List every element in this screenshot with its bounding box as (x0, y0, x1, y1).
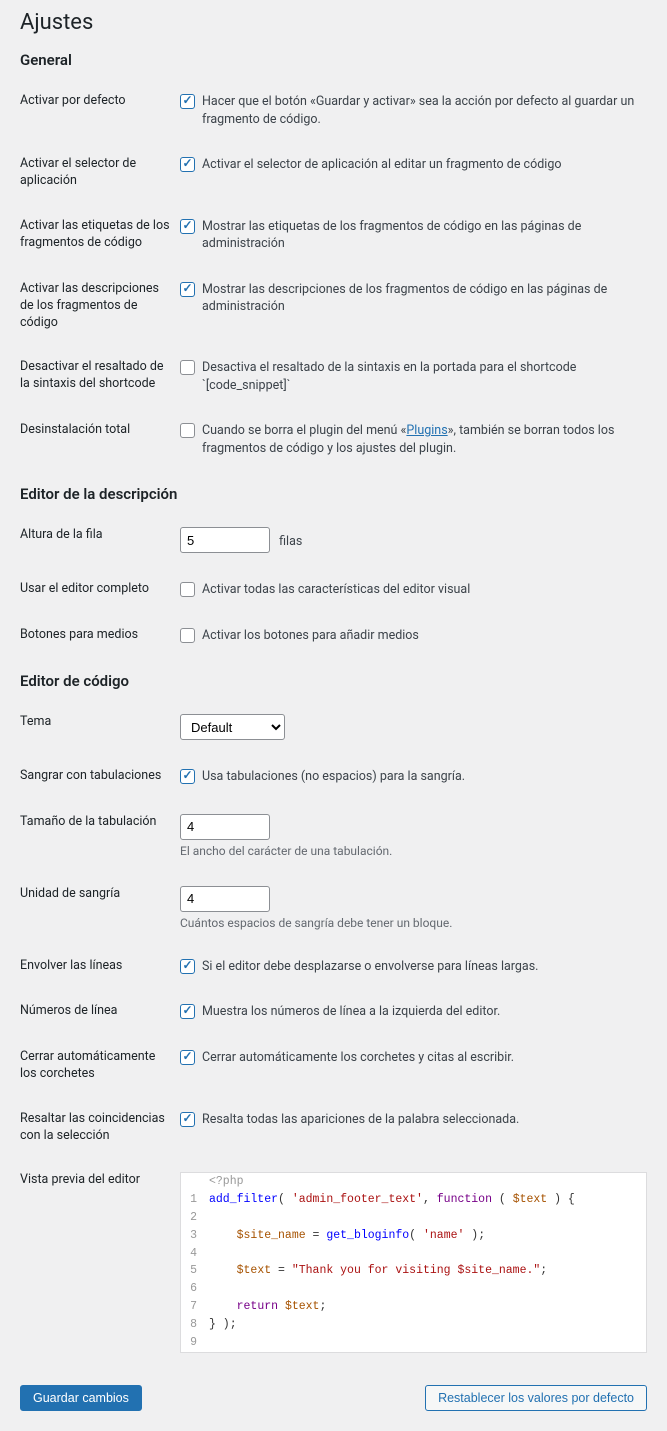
save-button[interactable]: Guardar cambios (20, 1385, 142, 1411)
label-snippet-tags: Activar las etiquetas de los fragmentos … (20, 204, 180, 267)
code-line-4 (205, 1245, 209, 1263)
desc-highlight-sel: Resalta todas las apariciones de la pala… (202, 1111, 519, 1129)
desc-complete-uninstall: Cuando se borra el plugin del menú «Plug… (202, 422, 647, 457)
label-disable-syntax: Desactivar el resaltado de la sintaxis d… (20, 345, 180, 408)
gutter-1: 1 (181, 1191, 205, 1209)
label-activate-default: Activar por defecto (20, 79, 180, 142)
label-line-wrap: Envolver las líneas (20, 944, 180, 990)
desc-line-wrap: Si el editor debe desplazarse o envolver… (202, 958, 538, 976)
suffix-row-height: filas (279, 534, 302, 549)
code-phptag: <?php (205, 1173, 244, 1191)
desc-full-editor: Activar todas las características del ed… (202, 581, 470, 599)
checkbox-highlight-sel[interactable] (180, 1112, 195, 1127)
label-highlight-sel: Resaltar las coincidencias con la selecc… (20, 1097, 180, 1159)
label-media-buttons: Botones para medios (20, 613, 180, 659)
label-snippet-desc: Activar las descripciones de los fragmen… (20, 267, 180, 346)
page-title: Ajustes (20, 10, 647, 35)
input-indent-unit[interactable] (180, 886, 270, 912)
section-general-heading: General (20, 51, 647, 69)
row-media-buttons[interactable]: Activar los botones para añadir medios (180, 627, 647, 645)
row-indent-tabs[interactable]: Usa tabulaciones (no espacios) para la s… (180, 768, 647, 786)
row-auto-close[interactable]: Cerrar automáticamente los corchetes y c… (180, 1049, 647, 1067)
code-line-3: $site_name = get_bloginfo( 'name' ); (205, 1227, 485, 1245)
desc-scope-selector: Activar el selector de aplicación al edi… (202, 156, 561, 174)
help-indent-unit: Cuántos espacios de sangría debe tener u… (180, 916, 647, 930)
footer-buttons: Guardar cambios Restablecer los valores … (20, 1385, 647, 1411)
editor-preview[interactable]: <?php 1add_filter( 'admin_footer_text', … (180, 1172, 647, 1352)
row-highlight-sel[interactable]: Resalta todas las apariciones de la pala… (180, 1111, 647, 1129)
row-line-numbers[interactable]: Muestra los números de línea a la izquie… (180, 1003, 647, 1021)
label-theme: Tema (20, 700, 180, 754)
label-line-numbers: Números de línea (20, 989, 180, 1035)
section-desc-editor-heading: Editor de la descripción (20, 485, 647, 503)
checkbox-full-editor[interactable] (180, 582, 195, 597)
checkbox-snippet-tags[interactable] (180, 219, 195, 234)
select-theme[interactable]: Default (180, 714, 285, 740)
code-line-9 (205, 1334, 209, 1352)
table-desc-editor: Altura de la fila filas Usar el editor c… (20, 513, 647, 658)
checkbox-disable-syntax[interactable] (180, 360, 195, 375)
desc-disable-syntax: Desactiva el resaltado de la sintaxis en… (202, 359, 647, 394)
checkbox-line-wrap[interactable] (180, 959, 195, 974)
checkbox-snippet-desc[interactable] (180, 282, 195, 297)
desc-activate-default: Hacer que el botón «Guardar y activar» s… (202, 93, 647, 128)
code-line-7: return $text; (205, 1298, 326, 1316)
label-complete-uninstall: Desinstalación total (20, 408, 180, 471)
code-line-1: add_filter( 'admin_footer_text', functio… (205, 1191, 575, 1209)
input-tab-size[interactable] (180, 814, 270, 840)
gutter-7: 7 (181, 1298, 205, 1316)
checkbox-media-buttons[interactable] (180, 628, 195, 643)
row-full-editor[interactable]: Activar todas las características del ed… (180, 581, 647, 599)
gutter-5: 5 (181, 1262, 205, 1280)
row-snippet-tags[interactable]: Mostrar las etiquetas de los fragmentos … (180, 218, 647, 253)
checkbox-auto-close[interactable] (180, 1050, 195, 1065)
row-complete-uninstall[interactable]: Cuando se borra el plugin del menú «Plug… (180, 422, 647, 457)
table-code-editor: Tema Default Sangrar con tabulaciones Us… (20, 700, 647, 1366)
gutter-4: 4 (181, 1245, 205, 1263)
uninstall-pre: Cuando se borra el plugin del menú « (202, 423, 406, 438)
desc-media-buttons: Activar los botones para añadir medios (202, 627, 419, 645)
code-line-2 (205, 1209, 209, 1227)
gutter-6: 6 (181, 1280, 205, 1298)
label-full-editor: Usar el editor completo (20, 567, 180, 613)
checkbox-line-numbers[interactable] (180, 1004, 195, 1019)
row-activate-default[interactable]: Hacer que el botón «Guardar y activar» s… (180, 93, 647, 128)
label-row-height: Altura de la fila (20, 513, 180, 567)
reset-button[interactable]: Restablecer los valores por defecto (425, 1385, 647, 1411)
desc-auto-close: Cerrar automáticamente los corchetes y c… (202, 1049, 514, 1067)
desc-line-numbers: Muestra los números de línea a la izquie… (202, 1003, 500, 1021)
row-line-wrap[interactable]: Si el editor debe desplazarse o envolver… (180, 958, 647, 976)
label-auto-close: Cerrar automáticamente los corchetes (20, 1035, 180, 1097)
row-disable-syntax[interactable]: Desactiva el resaltado de la sintaxis en… (180, 359, 647, 394)
gutter-3: 3 (181, 1227, 205, 1245)
checkbox-complete-uninstall[interactable] (180, 423, 195, 438)
code-line-8: } ); (205, 1316, 237, 1334)
settings-wrap: Ajustes General Activar por defecto Hace… (0, 0, 667, 1431)
row-scope-selector[interactable]: Activar el selector de aplicación al edi… (180, 156, 647, 174)
label-indent-unit: Unidad de sangría (20, 872, 180, 944)
code-line-6 (205, 1280, 209, 1298)
code-line-5: $text = "Thank you for visiting $site_na… (205, 1262, 547, 1280)
input-row-height[interactable] (180, 527, 270, 553)
help-tab-size: El ancho del carácter de una tabulación. (180, 844, 647, 858)
gutter-8: 8 (181, 1316, 205, 1334)
plugins-link[interactable]: Plugins (406, 423, 447, 438)
table-general: Activar por defecto Hacer que el botón «… (20, 79, 647, 471)
desc-indent-tabs: Usa tabulaciones (no espacios) para la s… (202, 768, 465, 786)
checkbox-activate-default[interactable] (180, 94, 195, 109)
desc-snippet-tags: Mostrar las etiquetas de los fragmentos … (202, 218, 647, 253)
label-indent-tabs: Sangrar con tabulaciones (20, 754, 180, 800)
checkbox-scope-selector[interactable] (180, 157, 195, 172)
gutter-2: 2 (181, 1209, 205, 1227)
section-code-editor-heading: Editor de código (20, 672, 647, 690)
label-tab-size: Tamaño de la tabulación (20, 800, 180, 872)
desc-snippet-desc: Mostrar las descripciones de los fragmen… (202, 281, 647, 316)
label-editor-preview: Vista previa del editor (20, 1158, 180, 1366)
row-snippet-desc[interactable]: Mostrar las descripciones de los fragmen… (180, 281, 647, 316)
label-scope-selector: Activar el selector de aplicación (20, 142, 180, 204)
checkbox-indent-tabs[interactable] (180, 769, 195, 784)
gutter-9: 9 (181, 1334, 205, 1352)
